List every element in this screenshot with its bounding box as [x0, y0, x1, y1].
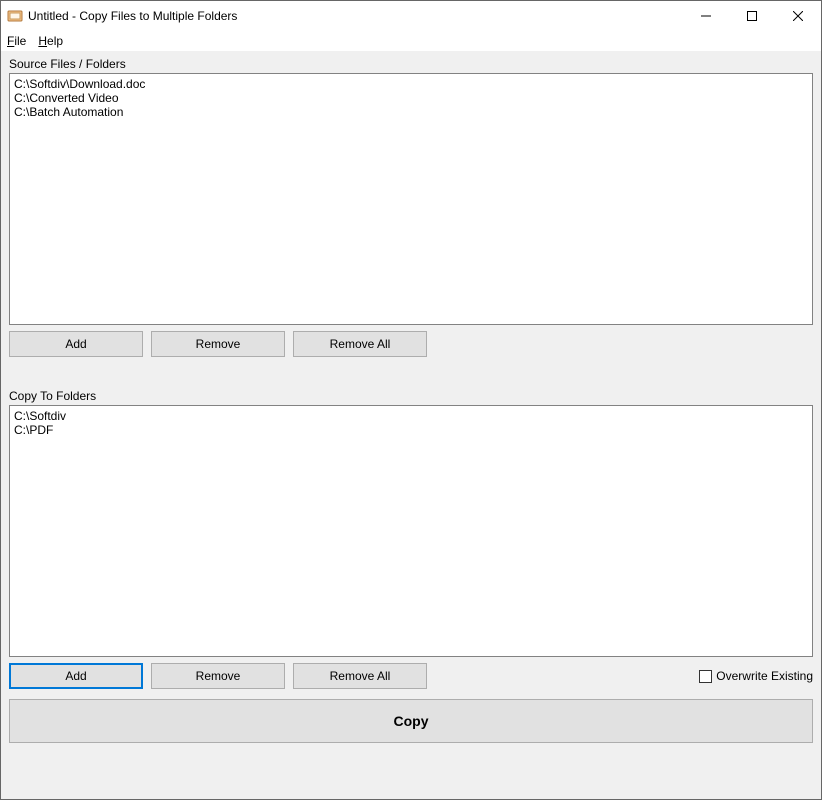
dest-remove-button[interactable]: Remove: [151, 663, 285, 689]
list-item[interactable]: C:\Batch Automation: [14, 105, 808, 119]
app-icon: [7, 8, 23, 24]
source-label: Source Files / Folders: [9, 57, 813, 71]
menubar: File Help: [1, 31, 821, 51]
overwrite-existing-checkbox[interactable]: Overwrite Existing: [699, 669, 813, 683]
source-remove-all-button[interactable]: Remove All: [293, 331, 427, 357]
overwrite-label: Overwrite Existing: [716, 669, 813, 683]
window-title: Untitled - Copy Files to Multiple Folder…: [28, 9, 237, 23]
content-area: Source Files / Folders C:\Softdiv\Downlo…: [1, 51, 821, 799]
window-controls: [683, 1, 821, 31]
dest-add-button[interactable]: Add: [9, 663, 143, 689]
close-button[interactable]: [775, 1, 821, 31]
checkbox-icon: [699, 670, 712, 683]
source-button-row: Add Remove Remove All: [9, 331, 813, 357]
menu-file[interactable]: File: [7, 34, 26, 48]
list-item[interactable]: C:\Softdiv\Download.doc: [14, 77, 808, 91]
dest-button-row: Add Remove Remove All Overwrite Existing: [9, 663, 813, 689]
source-remove-button[interactable]: Remove: [151, 331, 285, 357]
dest-label: Copy To Folders: [9, 389, 813, 403]
list-item[interactable]: C:\PDF: [14, 423, 808, 437]
minimize-button[interactable]: [683, 1, 729, 31]
list-item[interactable]: C:\Converted Video: [14, 91, 808, 105]
maximize-button[interactable]: [729, 1, 775, 31]
source-listbox[interactable]: C:\Softdiv\Download.docC:\Converted Vide…: [9, 73, 813, 325]
copy-button[interactable]: Copy: [9, 699, 813, 743]
menu-help[interactable]: Help: [38, 34, 63, 48]
list-item[interactable]: C:\Softdiv: [14, 409, 808, 423]
dest-listbox[interactable]: C:\SoftdivC:\PDF: [9, 405, 813, 657]
dest-remove-all-button[interactable]: Remove All: [293, 663, 427, 689]
titlebar: Untitled - Copy Files to Multiple Folder…: [1, 1, 821, 31]
source-add-button[interactable]: Add: [9, 331, 143, 357]
